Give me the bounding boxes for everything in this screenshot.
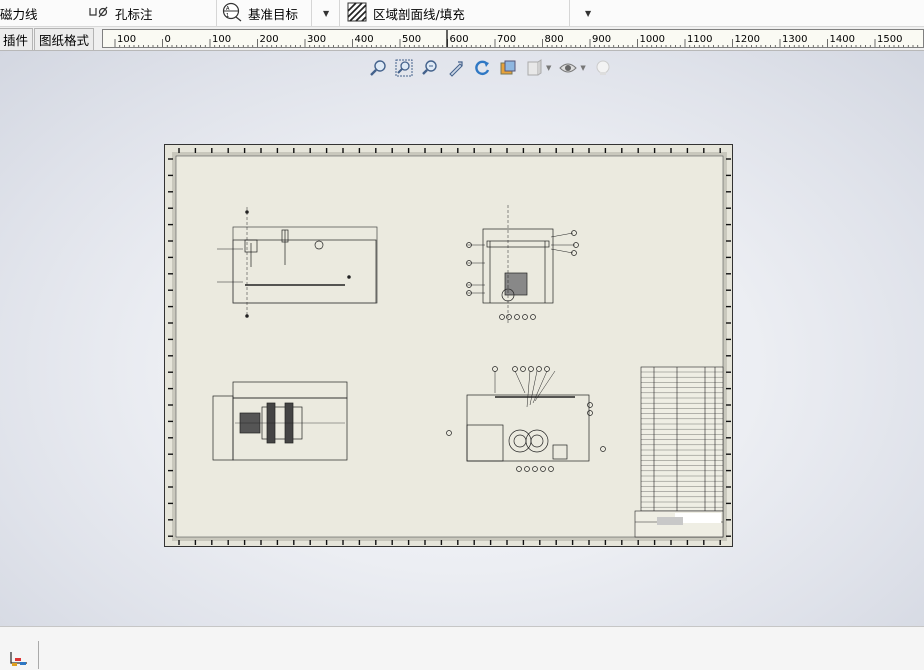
ruler-label: 800 [545, 34, 564, 45]
magnet-line-label: 磁力线 [0, 6, 38, 22]
ruler-label: 1500 [877, 34, 902, 45]
hide-show-items-icon[interactable] [557, 57, 579, 79]
ruler-label: 0 [165, 34, 171, 45]
toolbar-overflow-arrow[interactable]: ▼ [585, 9, 591, 18]
bom-table [640, 366, 724, 512]
zoom-in-out-icon[interactable] [419, 57, 441, 79]
hole-callout-icon [89, 5, 109, 22]
coordinate-system-icon [9, 651, 29, 670]
ruler-label: 900 [592, 34, 611, 45]
zoom-to-fit-icon[interactable] [367, 57, 389, 79]
command-manager-toolbar: 磁力线 孔标注 A1 基准目标 ▼ 区域剖面线/填充 ▼ [0, 0, 924, 27]
previous-view-icon[interactable] [445, 57, 467, 79]
display-style-icon[interactable] [497, 57, 519, 79]
ruler-label: 1100 [687, 34, 712, 45]
tab-sheet-format[interactable]: 图纸格式 [34, 28, 95, 50]
status-bar [0, 626, 924, 670]
tab-sheet-format-label: 图纸格式 [39, 33, 90, 48]
horizontal-ruler: 100 0 100 200 300 400 500 600 700 800 900 1000 1100 1… [102, 29, 924, 48]
ruler-label: 1200 [735, 34, 760, 45]
zoom-to-area-icon[interactable] [393, 57, 415, 79]
datum-dropdown-arrow[interactable]: ▼ [323, 9, 329, 18]
datum-target-icon: A1 [222, 2, 242, 25]
datum-target-button[interactable]: A1 基准目标 [222, 0, 298, 26]
area-hatch-icon [347, 1, 367, 25]
ruler-label: 1000 [640, 34, 665, 45]
status-divider [38, 641, 39, 669]
scene-icon[interactable] [592, 57, 614, 79]
drawing-sheet[interactable] [164, 144, 733, 547]
ruler-label: 1400 [830, 34, 855, 45]
ruler-label: 100 [117, 34, 136, 45]
ruler-label: 500 [402, 34, 421, 45]
hide-show-dropdown-arrow[interactable]: ▼ [580, 64, 585, 72]
ruler-label: 100 [212, 34, 231, 45]
heads-up-view-toolbar: ▼ ▼ [367, 56, 614, 80]
ruler-label: 200 [260, 34, 279, 45]
tab-addins-label: 插件 [3, 33, 29, 48]
section-dropdown-arrow[interactable]: ▼ [546, 64, 551, 72]
rotate-view-icon[interactable] [471, 57, 493, 79]
section-view-icon[interactable] [523, 57, 545, 79]
ruler-label: 700 [497, 34, 516, 45]
graphics-area[interactable]: ▼ ▼ [0, 51, 924, 626]
magnet-line-button[interactable]: 磁力线 [0, 0, 38, 26]
svg-text:A: A [226, 6, 230, 12]
ruler-label: 600 [450, 34, 469, 45]
tab-addins[interactable]: 插件 [0, 28, 34, 50]
area-hatch-label: 区域剖面线/填充 [373, 6, 465, 22]
ruler-label: 1300 [782, 34, 807, 45]
datum-target-label: 基准目标 [248, 6, 299, 22]
hole-callout-label: 孔标注 [115, 6, 153, 22]
drawing-sheet-content [168, 148, 731, 545]
area-hatch-button[interactable]: 区域剖面线/填充 [347, 0, 465, 26]
svg-text:1: 1 [226, 13, 229, 19]
ruler-label: 300 [307, 34, 326, 45]
ruler-label: 400 [355, 34, 374, 45]
hole-callout-button[interactable]: 孔标注 [89, 0, 153, 26]
title-block [634, 510, 724, 538]
